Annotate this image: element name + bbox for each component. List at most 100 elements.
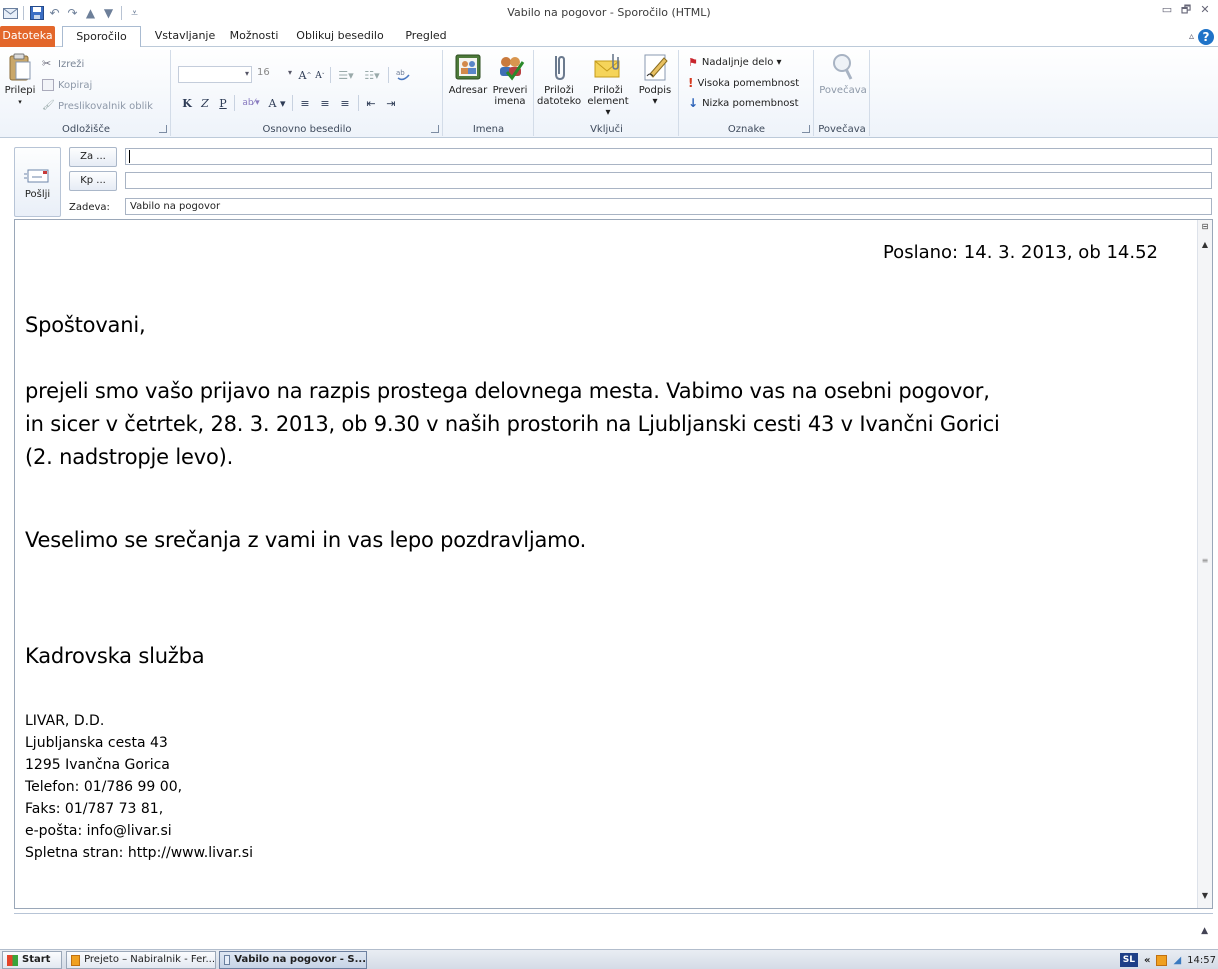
restore-button[interactable]: 🗗: [1179, 3, 1193, 17]
group-names-label: Imena: [472, 124, 505, 135]
numbering-button[interactable]: ☷▾: [360, 66, 384, 84]
separator: [358, 95, 359, 111]
signature-line: Ljubljanska cesta 43: [25, 735, 168, 751]
language-indicator[interactable]: SL: [1119, 953, 1138, 967]
signature-website[interactable]: Spletna stran: http://www.livar.si: [25, 842, 253, 864]
send-icon: [23, 169, 48, 183]
scroll-down-icon[interactable]: ▼: [1199, 891, 1211, 904]
italic-button[interactable]: Z: [198, 94, 212, 112]
copy-icon: [42, 79, 54, 91]
window-title: Vabilo na pogovor - Sporočilo (HTML): [507, 6, 711, 19]
check-names-label-2: imena: [494, 96, 526, 107]
bold-button[interactable]: K: [180, 94, 194, 112]
grow-font-button[interactable]: A ^: [298, 66, 312, 84]
close-button[interactable]: ✕: [1198, 3, 1212, 17]
taskbar-inbox-label: Prejeto – Nabiralnik - Fer...: [84, 954, 215, 965]
paste-label: Prilepi: [4, 85, 36, 96]
paste-dropdown-icon: ▾: [18, 98, 22, 106]
ruler-toggle-icon[interactable]: ⊟: [1199, 222, 1211, 235]
minimize-ribbon-icon[interactable]: ▵: [1189, 31, 1194, 42]
subject-label: Zadeva:: [69, 202, 110, 213]
tags-dialog-launcher-icon[interactable]: [802, 125, 810, 133]
font-name-combo[interactable]: ▾: [178, 66, 252, 83]
align-center-button[interactable]: ≡: [316, 94, 334, 112]
people-pane-splitter[interactable]: [14, 909, 1213, 914]
tray-expand-icon[interactable]: «: [1144, 955, 1150, 966]
follow-up-button[interactable]: ⚑ Nadaljnje delo ▾: [688, 54, 782, 70]
send-button[interactable]: Pošlji: [14, 147, 61, 217]
help-icon[interactable]: ?: [1198, 29, 1214, 45]
cc-button[interactable]: Kp ...: [69, 171, 117, 191]
group-zoom-label: Povečava: [818, 124, 866, 135]
tab-message[interactable]: Sporočilo: [62, 26, 141, 48]
clock[interactable]: 14:57: [1187, 955, 1216, 966]
low-importance-button[interactable]: ↓ Nizka pomembnost: [688, 95, 799, 111]
font-name-dropdown-icon: ▾: [244, 69, 249, 78]
cc-field[interactable]: [125, 172, 1212, 189]
address-book-button[interactable]: Adresar: [448, 52, 488, 96]
to-field-caret: [129, 150, 130, 163]
cut-button[interactable]: ✂ Izreži: [42, 56, 84, 72]
vertical-scrollbar[interactable]: ⊟ ▲ ≡ ▼: [1197, 220, 1212, 908]
increase-indent-button[interactable]: ⇥: [382, 94, 400, 112]
shrink-font-button[interactable]: Aˇ: [314, 67, 326, 85]
highlight-button[interactable]: ab⁄▾: [238, 94, 264, 112]
red-flag-icon: ⚑: [688, 55, 698, 69]
taskbar-inbox[interactable]: Prejeto – Nabiralnik - Fer...: [66, 951, 216, 969]
zoom-button[interactable]: Povečava: [819, 52, 867, 96]
clipboard-dialog-launcher-icon[interactable]: [159, 125, 167, 133]
decrease-indent-button[interactable]: ⇤: [362, 94, 380, 112]
copy-button[interactable]: Kopiraj: [42, 77, 92, 93]
paste-button[interactable]: Prilepi ▾: [4, 52, 36, 108]
outlook-tray-icon[interactable]: [1156, 954, 1168, 966]
group-zoom: Povečava Povečava: [815, 50, 870, 136]
signature-dropdown-icon: ▾: [652, 96, 658, 107]
scroll-up-icon[interactable]: ▲: [1199, 240, 1211, 253]
start-label: Start: [22, 954, 51, 965]
system-tray: SL « ◢ 14:57: [1119, 951, 1216, 969]
separator: [330, 67, 331, 83]
align-left-button[interactable]: ≡: [296, 94, 314, 112]
tab-format-text[interactable]: Oblikuj besedilo: [286, 26, 394, 47]
low-importance-icon: ↓: [688, 96, 699, 110]
signature-email[interactable]: e-pošta: info@livar.si: [25, 820, 253, 842]
attach-item-button[interactable]: Priloži element ▾: [585, 52, 631, 118]
address-book-label: Adresar: [448, 85, 488, 96]
align-right-button[interactable]: ≡: [336, 94, 354, 112]
tab-file[interactable]: Datoteka: [0, 26, 55, 47]
underline-button[interactable]: P: [216, 94, 230, 112]
attach-file-button[interactable]: Priloži datoteko: [537, 52, 581, 107]
tab-review[interactable]: Pregled: [398, 26, 454, 47]
signature-icon: [644, 54, 668, 81]
group-clipboard: Prilepi ▾ ✂ Izreži Kopiraj 🖌 Preslikoval…: [2, 50, 171, 136]
subject-field[interactable]: Vabilo na pogovor: [125, 198, 1212, 215]
window-controls: ▭ 🗗 ✕: [1160, 3, 1212, 17]
network-icon[interactable]: ◢: [1173, 955, 1181, 966]
minimize-button[interactable]: ▭: [1160, 3, 1174, 17]
high-importance-button[interactable]: ! Visoka pomembnost: [688, 75, 799, 91]
basic-text-dialog-launcher-icon[interactable]: [431, 125, 439, 133]
attach-file-label-1: Priloži: [544, 85, 574, 96]
font-size-combo[interactable]: 16 ▾: [254, 66, 294, 83]
separator: [388, 67, 389, 83]
tab-options[interactable]: Možnosti: [224, 26, 284, 47]
font-color-button[interactable]: A ▾: [266, 94, 288, 112]
clear-formatting-icon[interactable]: ab: [394, 65, 412, 83]
bullets-button[interactable]: ☰▾: [334, 66, 358, 84]
taskbar-message[interactable]: Vabilo na pogovor - S...: [219, 951, 367, 969]
greeting: Spoštovani,: [25, 313, 146, 337]
expand-people-pane-icon[interactable]: ▲: [1201, 926, 1208, 936]
cut-label: Izreži: [58, 58, 85, 70]
to-field[interactable]: [125, 148, 1212, 165]
signature-button[interactable]: Podpis ▾: [635, 52, 675, 107]
format-painter-button[interactable]: 🖌 Preslikovalnik oblik: [42, 98, 153, 114]
check-names-button[interactable]: Preveri imena: [490, 52, 530, 107]
tab-insert[interactable]: Vstavljanje: [146, 26, 224, 47]
signature-line: Faks: 01/787 73 81,: [25, 801, 164, 817]
to-button[interactable]: Za ...: [69, 147, 117, 167]
scissors-icon: ✂: [42, 57, 52, 70]
message-body[interactable]: Poslano: 14. 3. 2013, ob 14.52 Spoštovan…: [15, 220, 1197, 908]
start-button[interactable]: Start: [2, 951, 62, 969]
check-names-label-1: Preveri: [492, 85, 528, 96]
scroll-thumb-grip-icon[interactable]: ≡: [1199, 556, 1211, 569]
